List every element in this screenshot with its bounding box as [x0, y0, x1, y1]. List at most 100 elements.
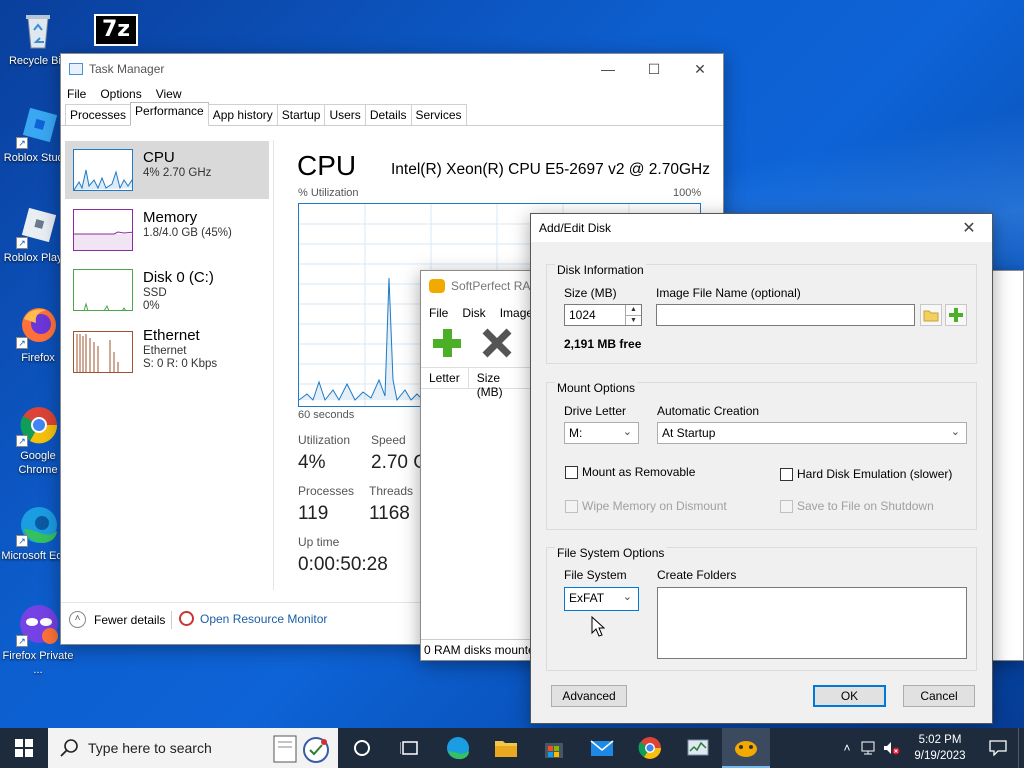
- resource-monitor-icon: [179, 611, 194, 626]
- checkbox-box[interactable]: [780, 467, 793, 481]
- volume-muted-icon[interactable]: [880, 740, 902, 756]
- size-label: Size (MB): [564, 286, 617, 300]
- sidebar-item-disk[interactable]: Disk 0 (C:) SSD 0%: [65, 261, 269, 319]
- open-resource-monitor-link[interactable]: Open Resource Monitor: [179, 611, 327, 626]
- spin-up-icon[interactable]: ▲: [626, 305, 641, 316]
- create-folders-textarea[interactable]: [657, 587, 967, 659]
- cortana-button[interactable]: [338, 728, 386, 768]
- desktop-icon-label: Recycle Bin: [8, 55, 68, 67]
- image-file-label: Image File Name (optional): [656, 286, 801, 300]
- taskbar-search-box[interactable]: Type here to search: [48, 728, 338, 768]
- task-manager-icon: [69, 63, 83, 75]
- file-system-label: File System: [564, 568, 627, 582]
- checkbox-box: [780, 499, 793, 513]
- threads-label: Threads: [369, 484, 414, 498]
- speed-label: Speed: [371, 433, 406, 447]
- menu-file[interactable]: File: [429, 306, 448, 320]
- edge-icon: ↗: [16, 503, 60, 547]
- search-icon: [60, 739, 78, 757]
- 7zip-icon[interactable]: 7z: [94, 14, 138, 46]
- window-title: SoftPerfect RAM: [451, 279, 541, 293]
- start-button[interactable]: [0, 728, 48, 768]
- taskbar-chrome[interactable]: [626, 728, 674, 768]
- status-bar: 0 RAM disks mounte: [421, 639, 531, 661]
- group-title: File System Options: [555, 546, 667, 560]
- sidebar-item-cpu[interactable]: CPU 4% 2.70 GHz: [65, 141, 269, 199]
- cpu-model-name: Intel(R) Xeon(R) CPU E5-2697 v2 @ 2.70GH…: [391, 161, 710, 178]
- menu-disk[interactable]: Disk: [462, 306, 485, 320]
- notification-icon: [989, 740, 1007, 756]
- tab-users[interactable]: Users: [324, 104, 366, 125]
- tab-startup[interactable]: Startup: [276, 104, 326, 125]
- drive-letter-select[interactable]: M: ⌄: [564, 422, 639, 444]
- task-manager-titlebar[interactable]: Task Manager — ☐ ✕: [61, 54, 723, 84]
- tab-details[interactable]: Details: [364, 104, 412, 125]
- sidebar-memory-value: 1.8/4.0 GB (45%): [143, 227, 232, 239]
- menu-bar: File Options View: [61, 84, 723, 104]
- file-system-select[interactable]: ExFAT ⌄: [564, 587, 639, 611]
- task-view-button[interactable]: [386, 728, 434, 768]
- chevron-down-icon: ⌄: [950, 426, 960, 438]
- sidebar-item-memory[interactable]: Memory 1.8/4.0 GB (45%): [65, 201, 269, 259]
- tab-performance[interactable]: Performance: [130, 102, 209, 126]
- window-title: Task Manager: [89, 62, 165, 76]
- menu-image[interactable]: Image: [500, 306, 533, 320]
- menu-file[interactable]: File: [67, 87, 86, 101]
- close-button[interactable]: ✕: [677, 54, 723, 84]
- automatic-creation-select[interactable]: At Startup ⌄: [657, 422, 967, 444]
- remove-disk-toolbar-button[interactable]: [481, 327, 513, 359]
- add-image-button[interactable]: [945, 304, 967, 326]
- store-icon: [545, 743, 563, 758]
- image-file-input[interactable]: [656, 304, 915, 326]
- plus-icon: [433, 329, 461, 357]
- tab-services[interactable]: Services: [410, 104, 467, 125]
- memory-thumbnail-graph: [73, 209, 133, 251]
- sidebar-ethernet-value: S: 0 R: 0 Kbps: [143, 358, 218, 370]
- spin-down-icon[interactable]: ▼: [626, 316, 641, 326]
- menu-options[interactable]: Options: [100, 87, 141, 101]
- advanced-button[interactable]: Advanced: [551, 685, 627, 707]
- minimize-button[interactable]: —: [585, 54, 631, 84]
- fewer-details-button[interactable]: ˄ Fewer details: [69, 611, 165, 628]
- sidebar-disk-title: Disk 0 (C:): [143, 269, 214, 286]
- task-manager-icon: [687, 739, 709, 756]
- footer-separator: [171, 611, 172, 629]
- dialog-close-button[interactable]: ✕: [946, 214, 992, 242]
- mount-as-removable-checkbox[interactable]: Mount as Removable: [565, 465, 695, 479]
- cancel-button[interactable]: Cancel: [903, 685, 975, 707]
- size-spinner[interactable]: ▲ ▼: [625, 305, 641, 325]
- taskbar-store[interactable]: [530, 728, 578, 768]
- network-icon[interactable]: [858, 740, 880, 756]
- tab-app-history[interactable]: App history: [207, 104, 278, 125]
- browse-folder-button[interactable]: [920, 304, 942, 326]
- ramdisk-app-icon: [735, 741, 757, 757]
- show-desktop-button[interactable]: [1018, 728, 1024, 768]
- taskbar-mail[interactable]: [578, 728, 626, 768]
- taskbar-file-explorer[interactable]: [482, 728, 530, 768]
- sidebar-divider: [273, 140, 274, 590]
- sidebar-item-ethernet[interactable]: Ethernet Ethernet S: 0 R: 0 Kbps: [65, 323, 269, 381]
- desktop-icon-label: Firefox: [21, 352, 55, 364]
- column-letter[interactable]: Letter: [421, 368, 469, 388]
- column-size[interactable]: Size (MB): [469, 368, 531, 399]
- cpu-thumbnail-graph: [73, 149, 133, 191]
- ramdisk-app-icon: [429, 279, 445, 293]
- ok-button[interactable]: OK: [813, 685, 886, 707]
- taskbar-task-manager[interactable]: [674, 728, 722, 768]
- tab-processes[interactable]: Processes: [65, 104, 132, 125]
- show-hidden-icons-button[interactable]: ˄: [836, 741, 858, 755]
- page-title: CPU: [297, 150, 357, 181]
- checkbox-box[interactable]: [565, 465, 578, 479]
- clock[interactable]: 5:02 PM 9/19/2023: [902, 732, 978, 764]
- maximize-button[interactable]: ☐: [631, 54, 677, 84]
- taskbar-ramdisk[interactable]: [722, 728, 770, 768]
- action-center-button[interactable]: [978, 740, 1018, 756]
- taskbar-edge[interactable]: [434, 728, 482, 768]
- dialog-titlebar[interactable]: Add/Edit Disk ✕: [531, 214, 992, 242]
- sidebar-memory-title: Memory: [143, 209, 198, 226]
- hard-disk-emulation-checkbox[interactable]: Hard Disk Emulation (slower): [780, 467, 952, 481]
- checkbox-box: [565, 499, 578, 513]
- checkbox-label: Save to File on Shutdown: [797, 499, 934, 513]
- menu-view[interactable]: View: [156, 87, 182, 101]
- add-disk-toolbar-button[interactable]: [431, 327, 463, 359]
